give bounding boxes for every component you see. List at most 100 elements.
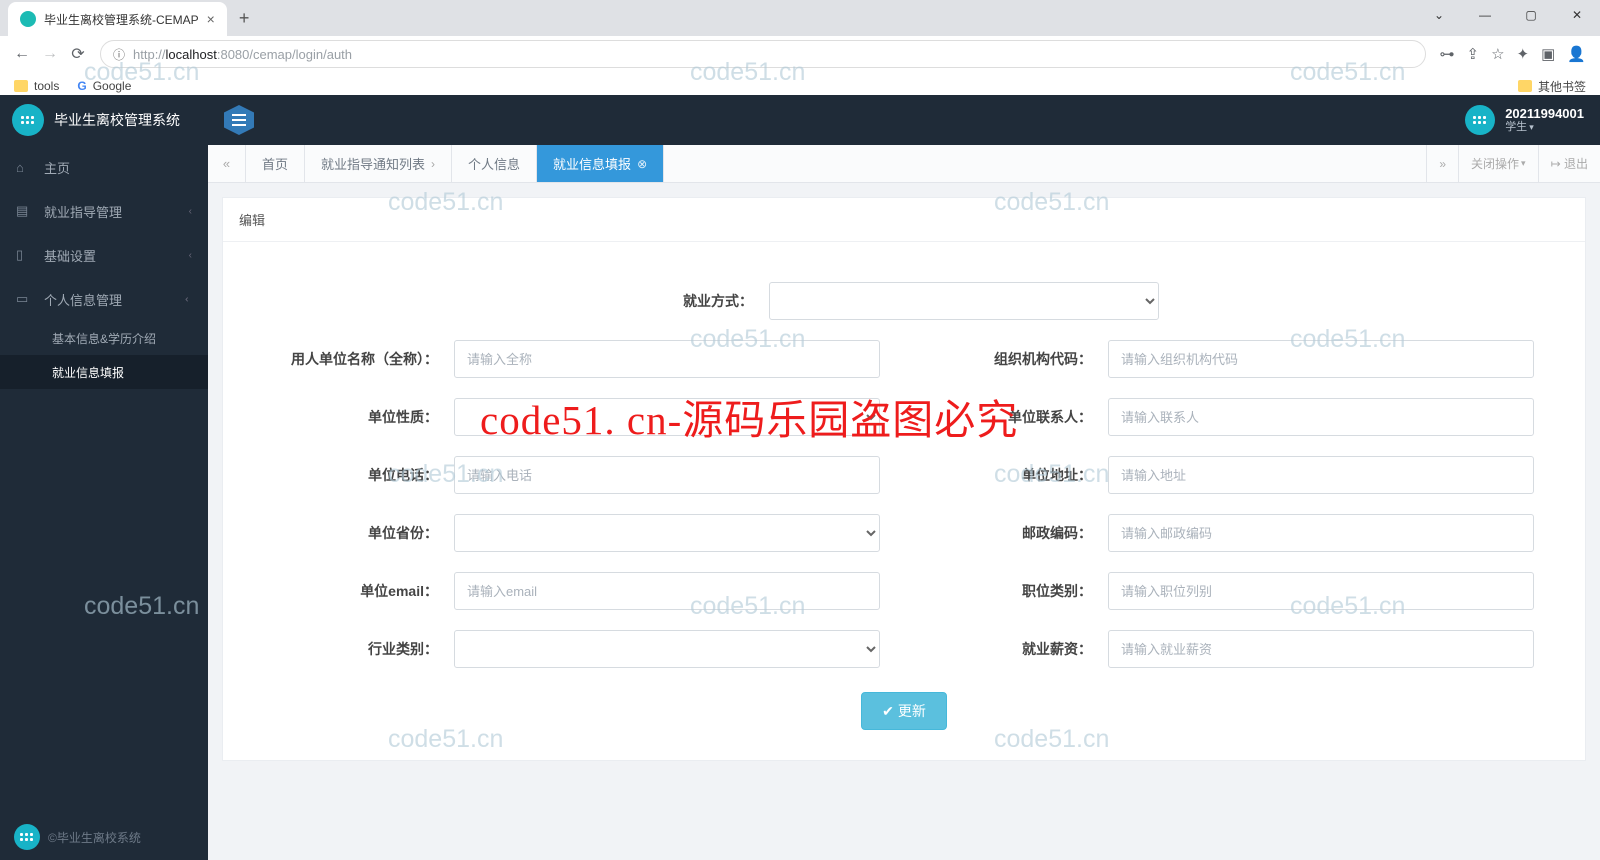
tab-close-icon[interactable]: ⊗ xyxy=(637,157,647,171)
select-province[interactable] xyxy=(454,514,880,552)
label-email: 单位email： xyxy=(274,581,454,601)
tab-personal-info[interactable]: 个人信息 xyxy=(452,145,537,182)
chevron-left-icon: ‹ xyxy=(189,206,192,217)
panel-body: 就业方式： 用人单位名称（全称）： 组织机构代码： xyxy=(223,242,1585,760)
google-icon: G xyxy=(77,79,86,93)
main-area: 20211994001 学生▾ « 首页 就业指导通知列表› 个人信息 就业信息… xyxy=(208,95,1600,860)
tab-strip: 毕业生离校管理系统-CEMAP × + ⌄ — ▢ ✕ xyxy=(0,0,1600,36)
label-job-type: 职位类别： xyxy=(928,581,1108,601)
tab-home[interactable]: 首页 xyxy=(246,145,305,182)
window-close-button[interactable]: ✕ xyxy=(1554,0,1600,30)
bookmark-google[interactable]: GGoogle xyxy=(77,79,131,93)
list-icon: ▤ xyxy=(16,203,32,219)
app-icon[interactable]: ▣ xyxy=(1541,45,1555,63)
label-nature: 单位性质： xyxy=(274,407,454,427)
app-title: 毕业生离校管理系统 xyxy=(54,110,180,130)
sidebar-item-label: 就业指导管理 xyxy=(44,202,122,221)
label-org-code: 组织机构代码： xyxy=(928,349,1108,369)
sidebar-item-profile[interactable]: ▭ 个人信息管理 ⌄ xyxy=(0,277,208,321)
star-icon[interactable]: ☆ xyxy=(1491,45,1504,63)
select-industry[interactable] xyxy=(454,630,880,668)
bookmark-other[interactable]: 其他书签 xyxy=(1518,78,1586,95)
logout-icon: ↦ xyxy=(1551,157,1561,171)
input-org-code[interactable] xyxy=(1108,340,1534,378)
input-salary[interactable] xyxy=(1108,630,1534,668)
chevron-down-icon: ⌄ xyxy=(182,295,193,303)
folder-icon xyxy=(1518,80,1532,92)
input-contact[interactable] xyxy=(1108,398,1534,436)
logout-button[interactable]: ↦ 退出 xyxy=(1538,145,1600,182)
window-controls: ⌄ — ▢ ✕ xyxy=(1416,0,1600,30)
nav-back-button[interactable]: ← xyxy=(8,40,36,68)
user-role: 学生▾ xyxy=(1505,121,1584,134)
extensions-icon[interactable]: ✦ xyxy=(1517,45,1530,63)
label-postcode: 邮政编码： xyxy=(928,523,1108,543)
label-contact: 单位联系人： xyxy=(928,407,1108,427)
sidebar-item-label: 基础设置 xyxy=(44,246,96,265)
window-minimize-button[interactable]: — xyxy=(1462,0,1508,30)
input-email[interactable] xyxy=(454,572,880,610)
browser-chrome: 毕业生离校管理系统-CEMAP × + ⌄ — ▢ ✕ ← → ⟳ ⓘ http… xyxy=(0,0,1600,95)
topbar: 20211994001 学生▾ xyxy=(208,95,1600,145)
sidebar-item-label: 主页 xyxy=(44,158,70,177)
chevron-left-icon: ‹ xyxy=(189,250,192,261)
tab-scroll-right-button[interactable]: » xyxy=(1426,145,1458,182)
input-address[interactable] xyxy=(1108,456,1534,494)
address-row: ← → ⟳ ⓘ http:// localhost :8080/cemap/lo… xyxy=(0,36,1600,72)
new-tab-button[interactable]: + xyxy=(239,8,250,29)
app-logo[interactable]: 毕业生离校管理系统 xyxy=(0,95,208,145)
key-icon[interactable]: ⊶ xyxy=(1440,45,1455,63)
menu-toggle-button[interactable] xyxy=(224,105,254,135)
label-province: 单位省份： xyxy=(274,523,454,543)
form: 就业方式： 用人单位名称（全称）： 组织机构代码： xyxy=(274,282,1534,668)
sidebar-footer: ©毕业生离校系统 xyxy=(0,814,208,860)
input-employer-name[interactable] xyxy=(454,340,880,378)
sidebar-item-home[interactable]: ⌂ 主页 xyxy=(0,145,208,189)
site-info-icon[interactable]: ⓘ xyxy=(113,46,125,63)
tab-title: 毕业生离校管理系统-CEMAP xyxy=(44,11,199,28)
browser-tab[interactable]: 毕业生离校管理系统-CEMAP × xyxy=(8,2,227,36)
panel: 编辑 就业方式： 用人单位名称（全称）： xyxy=(222,197,1586,761)
profile-icon[interactable]: 👤 xyxy=(1567,45,1586,63)
toolbar-icons: ⊶ ⇪ ☆ ✦ ▣ 👤 xyxy=(1434,45,1592,63)
sidebar-item-settings[interactable]: ▯ 基础设置 ‹ xyxy=(0,233,208,277)
app-container: 毕业生离校管理系统 ⌂ 主页 ▤ 就业指导管理 ‹ ▯ 基础设置 ‹ ▭ 个人信… xyxy=(0,95,1600,860)
check-icon: ✔ xyxy=(882,703,894,719)
sidebar-sub-employment-report[interactable]: 就业信息填报 xyxy=(0,355,208,389)
select-nature[interactable] xyxy=(454,398,880,436)
label-address: 单位地址： xyxy=(928,465,1108,485)
user-menu[interactable]: 20211994001 学生▾ xyxy=(1465,105,1584,135)
bookmark-tools[interactable]: tools xyxy=(14,79,59,93)
sidebar: 毕业生离校管理系统 ⌂ 主页 ▤ 就业指导管理 ‹ ▯ 基础设置 ‹ ▭ 个人信… xyxy=(0,95,208,860)
label-employ-mode: 就业方式： xyxy=(649,291,769,311)
tab-guidance-list[interactable]: 就业指导通知列表› xyxy=(305,145,452,182)
tab-close-icon[interactable]: × xyxy=(207,11,215,27)
window-dropdown-icon[interactable]: ⌄ xyxy=(1416,0,1462,30)
input-postcode[interactable] xyxy=(1108,514,1534,552)
settings-icon: ▯ xyxy=(16,247,32,263)
panel-title: 编辑 xyxy=(223,198,1585,242)
label-employer-name: 用人单位名称（全称）： xyxy=(274,349,454,369)
select-employ-mode[interactable] xyxy=(769,282,1159,320)
logo-icon xyxy=(12,104,44,136)
tab-scroll-left-button[interactable]: « xyxy=(208,145,246,182)
input-phone[interactable] xyxy=(454,456,880,494)
close-ops-button[interactable]: 关闭操作▾ xyxy=(1458,145,1538,182)
window-maximize-button[interactable]: ▢ xyxy=(1508,0,1554,30)
nav-reload-button[interactable]: ⟳ xyxy=(64,40,92,68)
input-job-type[interactable] xyxy=(1108,572,1534,610)
url-path: :8080/cemap/login/auth xyxy=(217,47,352,62)
hamburger-icon xyxy=(232,119,246,121)
sidebar-sub-basic-info[interactable]: 基本信息&学历介绍 xyxy=(0,321,208,355)
address-bar[interactable]: ⓘ http:// localhost :8080/cemap/login/au… xyxy=(100,40,1426,68)
sidebar-item-label: 基本信息&学历介绍 xyxy=(52,330,156,347)
share-icon[interactable]: ⇪ xyxy=(1467,45,1480,63)
sidebar-item-label: 就业信息填报 xyxy=(52,364,124,381)
label-salary: 就业薪资： xyxy=(928,639,1108,659)
tab-employment-report[interactable]: 就业信息填报⊗ xyxy=(537,145,664,182)
update-button[interactable]: ✔更新 xyxy=(861,692,947,730)
label-industry: 行业类别： xyxy=(274,639,454,659)
avatar-icon xyxy=(1465,105,1495,135)
sidebar-item-guidance[interactable]: ▤ 就业指导管理 ‹ xyxy=(0,189,208,233)
nav-forward-button[interactable]: → xyxy=(36,40,64,68)
